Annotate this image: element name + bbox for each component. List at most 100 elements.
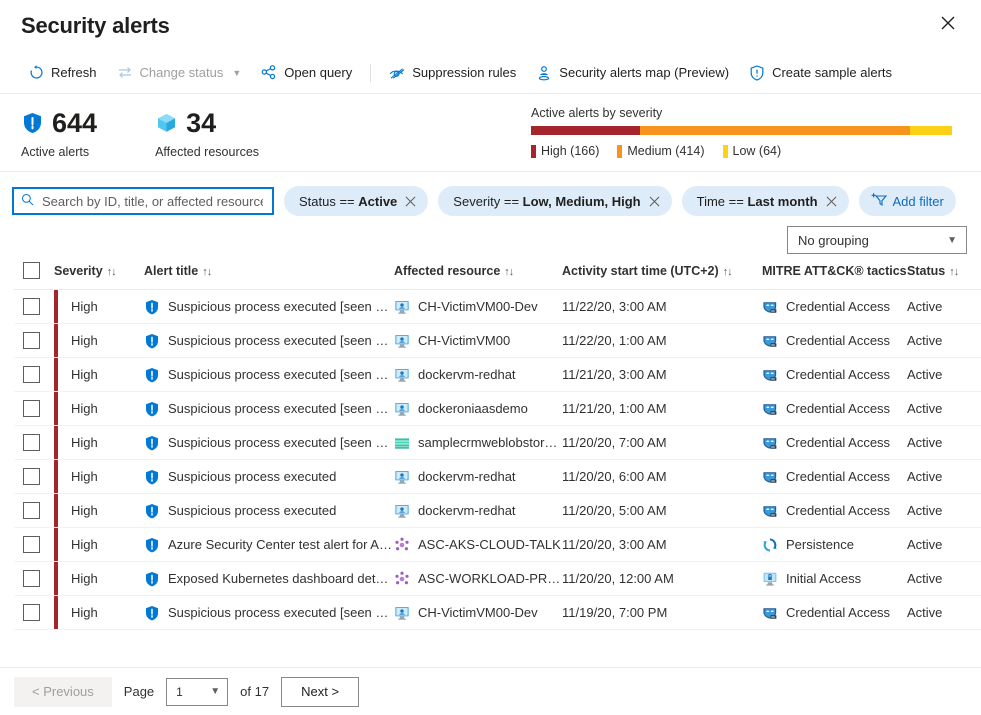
cell-alert-title[interactable]: Suspicious process executed [seen … [144, 426, 394, 460]
remove-filter-icon[interactable] [826, 196, 837, 207]
alert-title-value: Azure Security Center test alert for A… [168, 537, 392, 552]
grouping-select[interactable]: No grouping ▼ [787, 226, 967, 254]
alert-title-value: Suspicious process executed [seen … [168, 401, 388, 416]
severity-summary: Active alerts by severity High (166)Medi… [531, 106, 963, 158]
search-input[interactable] [40, 193, 265, 210]
open-query-button[interactable]: Open query [251, 58, 362, 88]
column-header-mitre[interactable]: MITRE ATT&CK® tactics [762, 254, 907, 290]
column-header-title[interactable]: Alert title↑↓ [144, 254, 394, 290]
previous-page-button[interactable]: < Previous [14, 677, 112, 707]
cell-alert-title[interactable]: Exposed Kubernetes dashboard det… [144, 562, 394, 596]
cell-affected-resource[interactable]: samplecrmweblobstor… [394, 426, 562, 460]
row-checkbox[interactable] [23, 400, 40, 417]
table-row[interactable]: HighSuspicious process executed [seen …d… [14, 392, 981, 426]
status-value: Active [907, 435, 942, 450]
cell-alert-title[interactable]: Suspicious process executed [seen … [144, 358, 394, 392]
alerts-table: Severity↑↓Alert title↑↓Affected resource… [14, 254, 981, 630]
severity-legend-label: Low (64) [733, 144, 782, 158]
virtual-machine-icon [394, 503, 410, 519]
table-row[interactable]: HighSuspicious process executeddockervm-… [14, 460, 981, 494]
cell-alert-title[interactable]: Suspicious process executed [seen … [144, 290, 394, 324]
filter-pill-status[interactable]: Status == Active [284, 186, 428, 216]
cell-alert-title[interactable]: Suspicious process executed [seen … [144, 596, 394, 630]
row-checkbox[interactable] [23, 332, 40, 349]
cell-alert-title[interactable]: Azure Security Center test alert for A… [144, 528, 394, 562]
table-row[interactable]: HighSuspicious process executed [seen …d… [14, 358, 981, 392]
next-page-button[interactable]: Next > [281, 677, 359, 707]
virtual-machine-icon [394, 401, 410, 417]
severity-color-bar [54, 596, 58, 630]
column-header-severity[interactable]: Severity↑↓ [54, 254, 144, 290]
cell-activity-time: 11/22/20, 1:00 AM [562, 324, 762, 358]
cell-mitre-tactic: Credential Access [762, 426, 907, 460]
cell-affected-resource[interactable]: CH-VictimVM00 [394, 324, 562, 358]
remove-filter-icon[interactable] [405, 196, 416, 207]
table-row[interactable]: HighSuspicious process executed [seen …s… [14, 426, 981, 460]
select-all-checkbox[interactable] [23, 262, 40, 279]
row-checkbox[interactable] [23, 570, 40, 587]
kubernetes-icon [394, 537, 410, 553]
cell-affected-resource[interactable]: dockervm-redhat [394, 494, 562, 528]
table-row[interactable]: HighAzure Security Center test alert for… [14, 528, 981, 562]
cell-affected-resource[interactable]: dockeroniaasdemo [394, 392, 562, 426]
sort-arrows-icon[interactable]: ↑↓ [723, 266, 732, 278]
close-button[interactable] [931, 6, 965, 40]
sort-arrows-icon[interactable]: ↑↓ [949, 266, 958, 278]
cell-mitre-tactic: Credential Access [762, 460, 907, 494]
sort-arrows-icon[interactable]: ↑↓ [202, 266, 211, 278]
cell-affected-resource[interactable]: dockervm-redhat [394, 358, 562, 392]
locked-monitor-icon [762, 571, 778, 587]
row-checkbox[interactable] [23, 468, 40, 485]
row-checkbox[interactable] [23, 536, 40, 553]
mitre-tactic-value: Credential Access [786, 299, 890, 314]
security-alerts-map-button[interactable]: Security alerts map (Preview) [526, 58, 739, 88]
severity-legend-item-1: Medium (414) [617, 144, 704, 158]
activity-time-value: 11/20/20, 12:00 AM [562, 571, 674, 586]
filter-bar: Status == Active Severity == Low, Medium,… [0, 172, 981, 220]
cell-alert-title[interactable]: Suspicious process executed [144, 494, 394, 528]
grouping-value: No grouping [798, 233, 869, 248]
cell-alert-title[interactable]: Suspicious process executed [seen … [144, 392, 394, 426]
severity-color-bar [54, 392, 58, 426]
severity-color-bar [54, 426, 58, 460]
table-row[interactable]: HighSuspicious process executed [seen …C… [14, 324, 981, 358]
table-row[interactable]: HighExposed Kubernetes dashboard det…ASC… [14, 562, 981, 596]
sort-arrows-icon[interactable]: ↑↓ [107, 266, 116, 278]
suppression-rules-button[interactable]: Suppression rules [379, 58, 526, 88]
filter-pill-severity[interactable]: Severity == Low, Medium, High [438, 186, 671, 216]
table-row[interactable]: HighSuspicious process executeddockervm-… [14, 494, 981, 528]
table-row[interactable]: HighSuspicious process executed [seen …C… [14, 596, 981, 630]
row-checkbox[interactable] [23, 604, 40, 621]
refresh-button[interactable]: Refresh [18, 58, 107, 88]
remove-filter-icon[interactable] [649, 196, 660, 207]
search-box[interactable] [12, 187, 274, 215]
column-header-resource[interactable]: Affected resource↑↓ [394, 254, 562, 290]
cell-activity-time: 11/21/20, 3:00 AM [562, 358, 762, 392]
row-checkbox[interactable] [23, 366, 40, 383]
row-checkbox[interactable] [23, 502, 40, 519]
cell-affected-resource[interactable]: ASC-WORKLOAD-PRO… [394, 562, 562, 596]
column-header-time[interactable]: Activity start time (UTC+2)↑↓ [562, 254, 762, 290]
cell-alert-title[interactable]: Suspicious process executed [144, 460, 394, 494]
change-status-button[interactable]: Change status ▼ [107, 58, 252, 88]
activity-time-value: 11/21/20, 1:00 AM [562, 401, 667, 416]
row-checkbox[interactable] [23, 434, 40, 451]
page-label: Page [124, 684, 154, 699]
table-row[interactable]: HighSuspicious process executed [seen …C… [14, 290, 981, 324]
filter-pill-time[interactable]: Time == Last month [682, 186, 849, 216]
cell-affected-resource[interactable]: ASC-AKS-CLOUD-TALK [394, 528, 562, 562]
command-bar: Refresh Change status ▼ Open query [0, 52, 981, 94]
sort-arrows-icon[interactable]: ↑↓ [504, 266, 513, 278]
cell-affected-resource[interactable]: CH-VictimVM00-Dev [394, 596, 562, 630]
cell-alert-title[interactable]: Suspicious process executed [seen … [144, 324, 394, 358]
cell-mitre-tactic: Credential Access [762, 324, 907, 358]
status-value: Active [907, 401, 942, 416]
create-sample-alerts-button[interactable]: Create sample alerts [739, 58, 902, 88]
cell-affected-resource[interactable]: CH-VictimVM00-Dev [394, 290, 562, 324]
page-number-select[interactable]: 1 ▼ [166, 678, 228, 706]
mitre-tactic-value: Credential Access [786, 605, 890, 620]
row-checkbox[interactable] [23, 298, 40, 315]
add-filter-button[interactable]: Add filter [859, 186, 956, 216]
column-header-status[interactable]: Status↑↓ [907, 254, 981, 290]
cell-affected-resource[interactable]: dockervm-redhat [394, 460, 562, 494]
